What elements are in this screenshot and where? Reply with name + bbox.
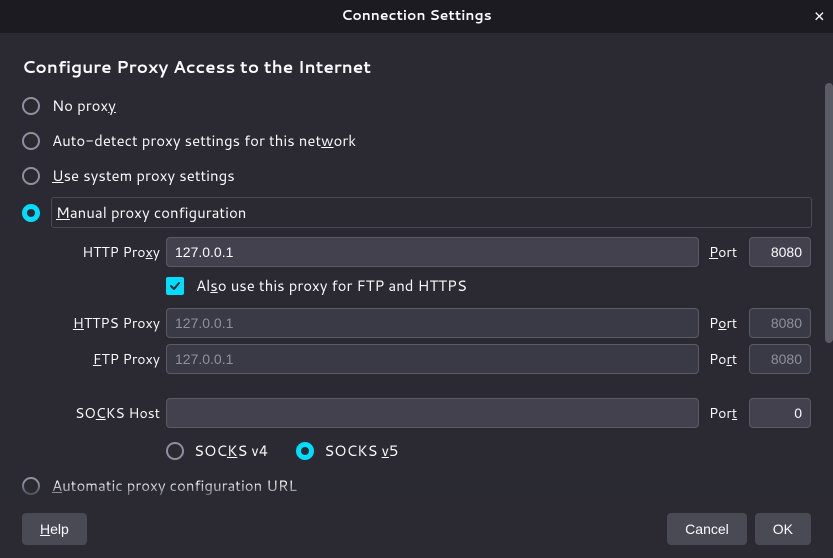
also-use-label: Also use this proxy for FTP and HTTPS: [196, 275, 467, 296]
radio-icon: [166, 442, 184, 460]
socks-port-label: Port: [709, 403, 743, 423]
https-proxy-row: HTTPS Proxy Port: [50, 308, 811, 338]
radio-icon: [22, 167, 40, 185]
close-icon[interactable]: ×: [814, 2, 825, 28]
ftp-proxy-input: [166, 344, 699, 374]
https-proxy-input: [166, 308, 699, 338]
http-port-input[interactable]: [749, 237, 811, 267]
ok-button[interactable]: OK: [755, 513, 811, 545]
radio-icon: [22, 132, 40, 150]
manual-proxy-fields: HTTP Proxy Port Also use this proxy for …: [50, 237, 811, 428]
https-port-label: Port: [709, 313, 743, 333]
socks-v4-label: SOCKS v4: [194, 440, 268, 461]
cancel-button[interactable]: Cancel: [667, 513, 747, 545]
help-button[interactable]: Help: [22, 513, 87, 545]
radio-socks-v5[interactable]: SOCKS v5: [296, 440, 398, 461]
socks-v5-label: SOCKS v5: [324, 440, 398, 461]
radio-socks-v4[interactable]: SOCKS v4: [166, 440, 268, 461]
http-proxy-input[interactable]: [166, 237, 699, 267]
radio-icon: [22, 204, 40, 222]
socks-port-input[interactable]: [749, 398, 811, 428]
radio-auto-url-label: Automatic proxy configuration URL: [52, 475, 297, 496]
dialog-content: Configure Proxy Access to the Internet N…: [0, 33, 833, 501]
radio-icon: [296, 442, 314, 460]
section-heading: Configure Proxy Access to the Internet: [22, 55, 811, 79]
radio-icon: [22, 477, 40, 495]
https-port-input: [749, 308, 811, 338]
socks-host-label: SOCKS Host: [50, 403, 160, 423]
radio-no-proxy-label: No proxy: [52, 95, 116, 116]
radio-manual[interactable]: Manual proxy configuration: [52, 198, 811, 227]
http-proxy-row: HTTP Proxy Port: [50, 237, 811, 267]
window-title: Connection Settings: [341, 5, 491, 25]
http-port-label: Port: [709, 242, 743, 262]
https-proxy-label: HTTPS Proxy: [50, 313, 160, 333]
http-proxy-label: HTTP Proxy: [50, 242, 160, 262]
titlebar: Connection Settings ×: [0, 0, 833, 30]
socks-host-input[interactable]: [166, 398, 699, 428]
ftp-proxy-row: FTP Proxy Port: [50, 344, 811, 374]
radio-system[interactable]: Use system proxy settings: [22, 163, 811, 188]
ftp-proxy-label: FTP Proxy: [50, 349, 160, 369]
radio-icon: [22, 97, 40, 115]
radio-system-label: Use system proxy settings: [52, 165, 235, 186]
radio-manual-label: Manual proxy configuration: [52, 200, 250, 225]
radio-auto-detect-label: Auto-detect proxy settings for this netw…: [52, 130, 356, 151]
ftp-port-input: [749, 344, 811, 374]
radio-auto-detect[interactable]: Auto-detect proxy settings for this netw…: [22, 128, 811, 153]
socks-host-row: SOCKS Host Port: [50, 398, 811, 428]
ftp-port-label: Port: [709, 349, 743, 369]
checkbox-icon: [166, 277, 184, 295]
radio-no-proxy[interactable]: No proxy: [22, 93, 811, 118]
radio-auto-url[interactable]: Automatic proxy configuration URL: [22, 473, 811, 498]
also-use-checkbox-row[interactable]: Also use this proxy for FTP and HTTPS: [166, 273, 811, 298]
socks-version-row: SOCKS v4 SOCKS v5: [166, 440, 811, 461]
scrollbar-thumb[interactable]: [825, 83, 833, 343]
dialog-button-bar: Help Cancel OK: [0, 500, 833, 558]
